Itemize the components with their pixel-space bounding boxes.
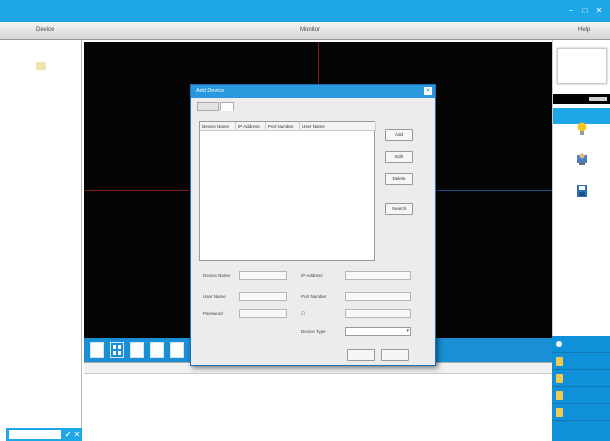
device-list[interactable]: Device Name IP Address Port Number User … [199, 121, 376, 261]
dialog-tab-1[interactable] [197, 102, 219, 111]
log-table-body[interactable] [84, 374, 552, 441]
person-monitor-icon [577, 153, 587, 165]
dialog-close-icon[interactable]: ✕ [424, 87, 432, 95]
layout-16-icon[interactable] [150, 342, 164, 358]
password-label: Password [203, 311, 223, 316]
bulb-icon [577, 122, 587, 135]
user-name-field[interactable] [239, 292, 287, 301]
layout-9-icon[interactable] [130, 342, 144, 358]
disk-icon [577, 185, 587, 197]
cancel-button[interactable] [381, 349, 409, 361]
plus-icon [556, 341, 562, 347]
search-go-icon[interactable]: ✓ [64, 429, 72, 440]
device-search-bar: ✓ ✕ [6, 428, 82, 441]
delete-button[interactable]: Delete [385, 173, 413, 185]
device-name-field[interactable] [239, 271, 287, 280]
layout-custom-icon[interactable] [170, 342, 184, 358]
status-strip-indicator [589, 97, 607, 101]
tool-item-2[interactable] [553, 152, 610, 168]
device-type-select[interactable]: ▾ [345, 327, 411, 336]
close-icon[interactable]: ✕ [594, 6, 604, 16]
ok-button[interactable] [347, 349, 375, 361]
user-name-label: User Name [203, 294, 226, 299]
chevron-down-icon: ▾ [406, 328, 409, 334]
maximize-icon[interactable]: □ [580, 6, 590, 16]
grid-divider-selected [429, 190, 552, 191]
tool-item-1[interactable] [553, 122, 610, 138]
menu-item-2[interactable] [552, 353, 610, 370]
layout-4-icon[interactable] [110, 342, 124, 358]
minimize-icon[interactable]: − [566, 6, 576, 16]
header-help-label: Help [578, 27, 591, 33]
device-list-column[interactable]: IP Address [236, 122, 266, 131]
dialog-title: Add Device [196, 88, 225, 94]
menu-item-3[interactable] [552, 370, 610, 387]
menu-item-4[interactable] [552, 387, 610, 404]
tool-item-3[interactable] [553, 184, 610, 200]
device-type-label: Device Type [301, 329, 326, 334]
menu-item-5[interactable] [552, 404, 610, 421]
search-button[interactable]: Search [385, 203, 413, 215]
folder-icon [556, 374, 563, 383]
right-function-menu [552, 336, 610, 441]
folder-icon [556, 357, 563, 366]
header-monitor-label: Monitor [300, 27, 321, 33]
device-list-column[interactable]: User Name [300, 122, 376, 131]
extra-field[interactable] [345, 309, 411, 318]
add-button[interactable]: Add [385, 129, 413, 141]
ip-address-field[interactable] [345, 271, 411, 280]
device-list-column[interactable]: Port Number [266, 122, 300, 131]
add-device-dialog: Add Device ✕ Device Name IP Address Port… [190, 84, 436, 366]
section-header-bar: Device Monitor Help [0, 22, 610, 40]
status-strip [553, 94, 610, 104]
device-list-column[interactable]: Device Name [200, 122, 236, 131]
layout-1-icon[interactable] [90, 342, 104, 358]
dialog-title-bar[interactable]: Add Device ✕ [191, 85, 435, 98]
device-group-icon[interactable] [36, 62, 46, 70]
port-number-label: Port Number [301, 294, 327, 299]
port-number-field[interactable] [345, 292, 411, 301]
device-name-label: Device Name [203, 273, 231, 278]
folder-icon [556, 391, 563, 400]
dialog-tab-2[interactable] [220, 102, 234, 111]
header-device-label: Device [36, 27, 55, 33]
checkbox-label: ☐ [301, 311, 306, 316]
edit-button[interactable]: Edit [385, 151, 413, 163]
ip-address-label: IP Address [301, 273, 323, 278]
device-search-input[interactable] [9, 430, 61, 439]
folder-icon [556, 408, 563, 417]
device-tree-panel[interactable] [0, 40, 82, 441]
title-bar: − □ ✕ [0, 0, 610, 22]
clock-widget [557, 48, 607, 84]
search-clear-icon[interactable]: ✕ [73, 429, 81, 440]
menu-item-1[interactable] [552, 336, 610, 353]
password-field[interactable] [239, 309, 287, 318]
